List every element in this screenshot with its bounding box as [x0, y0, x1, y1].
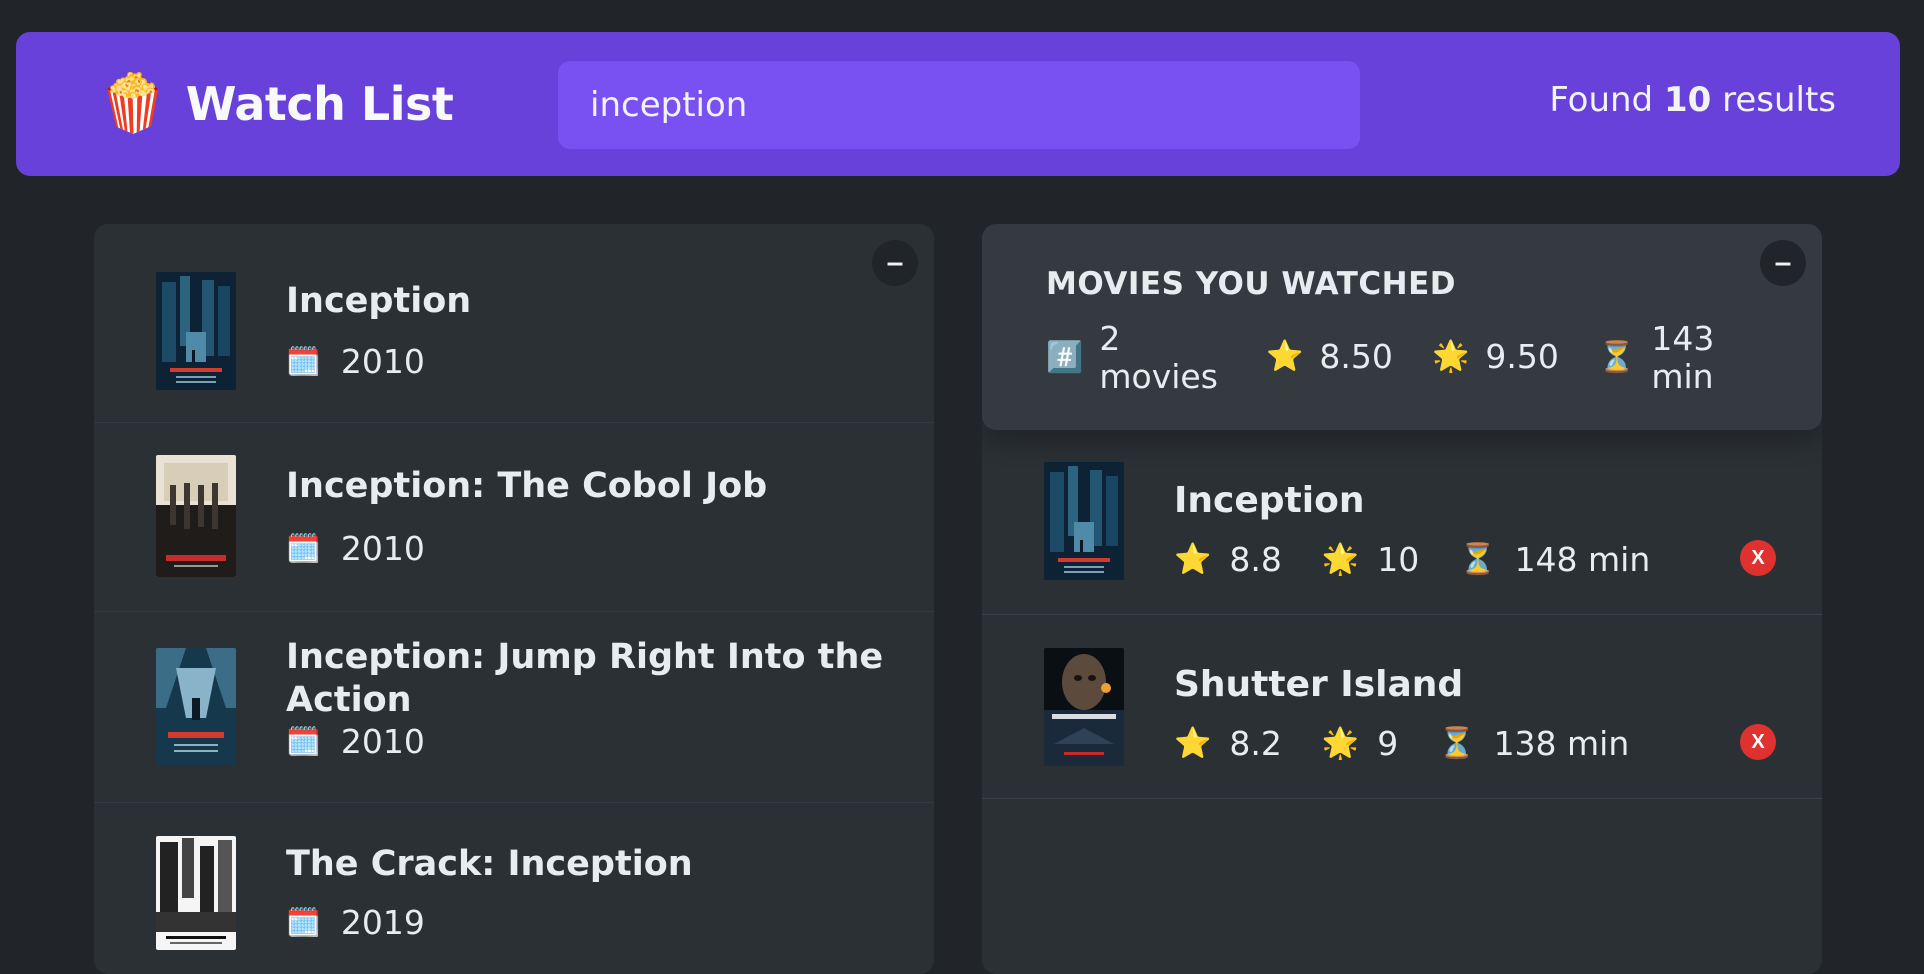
movie-list: Inception 🗓️ 2010 Inception: The Cobol J…: [94, 224, 934, 974]
movie-title: The Crack: Inception: [286, 844, 693, 884]
inception-poster: [1044, 462, 1124, 580]
calendar-icon: 🗓️: [286, 345, 321, 378]
summary-user-rating: 🌟 9.50: [1432, 337, 1559, 376]
movie-list-item[interactable]: Inception 🗓️ 2010: [94, 224, 934, 423]
movie-year: 🗓️ 2010: [286, 722, 425, 761]
results-number: 10: [1663, 80, 1712, 120]
calendar-icon: 🗓️: [286, 532, 321, 565]
collapse-watched-button[interactable]: –: [1760, 240, 1806, 286]
hourglass-icon: ⏳: [1598, 340, 1636, 375]
movie-year: 🗓️ 2019: [286, 903, 425, 942]
movie-list-item[interactable]: Inception: Jump Right Into the Action 🗓️…: [94, 612, 934, 803]
glowing-star-icon: 🌟: [1321, 542, 1360, 577]
jump-right-poster: [156, 648, 236, 766]
navbar: 🍿 Watch List Found 10 results: [16, 32, 1900, 176]
crack-poster: [156, 836, 236, 950]
hourglass-icon: ⏳: [1459, 542, 1497, 577]
logo: 🍿 Watch List: [98, 66, 454, 142]
movie-title: Inception: [286, 281, 472, 321]
calendar-icon: 🗓️: [286, 906, 321, 939]
summary-runtime: ⏳ 143 min: [1598, 319, 1715, 396]
watched-title: Inception: [1174, 480, 1365, 521]
summary-imdb-rating: ⭐️ 8.50: [1266, 337, 1393, 376]
collapse-results-button[interactable]: –: [872, 240, 918, 286]
watched-summary: MOVIES YOU WATCHED #️⃣ 2 movies ⭐️ 8.50 🌟…: [982, 224, 1822, 430]
hash-icon: #️⃣: [1046, 340, 1084, 375]
delete-button[interactable]: X: [1740, 724, 1776, 760]
watched-movie: Inception ⭐️ 8.8 🌟 10 ⏳ 148 min X: [982, 430, 1822, 615]
watched-movie: Shutter Island ⭐️ 8.2 🌟 9 ⏳ 138 min X: [982, 614, 1822, 799]
watched-box: MOVIES YOU WATCHED #️⃣ 2 movies ⭐️ 8.50 🌟…: [982, 224, 1822, 974]
shutter-island-poster: [1044, 648, 1124, 766]
movie-list-item[interactable]: Inception: The Cobol Job 🗓️ 2010: [94, 423, 934, 612]
glowing-star-icon: 🌟: [1321, 726, 1360, 761]
star-icon: ⭐️: [1174, 542, 1212, 577]
movie-year: 🗓️ 2010: [286, 529, 425, 568]
summary-count: #️⃣ 2 movies: [1046, 319, 1218, 396]
glowing-star-icon: 🌟: [1432, 339, 1470, 374]
popcorn-icon: 🍿: [98, 71, 168, 136]
search-input[interactable]: [558, 61, 1360, 149]
watched-stats: ⭐️ 8.2 🌟 9 ⏳ 138 min: [1174, 724, 1630, 763]
delete-button[interactable]: X: [1740, 540, 1776, 576]
app-title: Watch List: [185, 77, 454, 131]
search-results-box: – Inception 🗓️ 2010 Inception: The Cobol…: [94, 224, 934, 974]
results-count: Found 10 results: [1549, 80, 1836, 120]
watched-stats: ⭐️ 8.8 🌟 10 ⏳ 148 min: [1174, 540, 1651, 579]
cobol-job-poster: [156, 455, 236, 577]
summary-heading: MOVIES YOU WATCHED: [1046, 266, 1456, 302]
movie-year: 🗓️ 2010: [286, 342, 425, 381]
hourglass-icon: ⏳: [1438, 726, 1476, 761]
movie-title: Inception: Jump Right Into the Action: [286, 637, 884, 720]
watched-title: Shutter Island: [1174, 664, 1464, 705]
star-icon: ⭐️: [1174, 726, 1212, 761]
inception-poster: [156, 272, 236, 390]
star-icon: ⭐️: [1266, 339, 1304, 374]
movie-list-item[interactable]: The Crack: Inception 🗓️ 2019: [94, 803, 934, 974]
movie-title: Inception: The Cobol Job: [286, 466, 768, 506]
calendar-icon: 🗓️: [286, 725, 321, 758]
